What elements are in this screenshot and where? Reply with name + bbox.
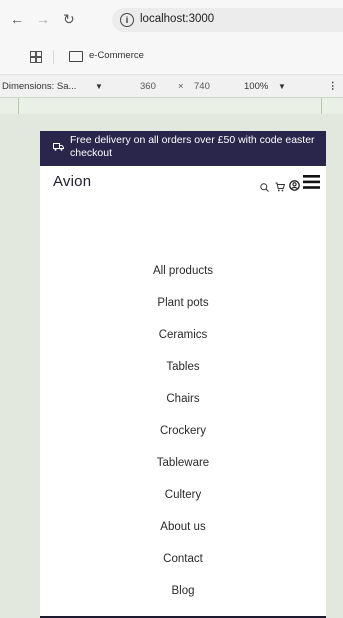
menu-item-plant-pots[interactable]: Plant pots [40, 297, 326, 309]
menu-item-chairs[interactable]: Chairs [40, 393, 326, 405]
width-field[interactable]: 360 [140, 81, 156, 92]
menu-item-about-us[interactable]: About us [40, 521, 326, 533]
menu-item-tables[interactable]: Tables [40, 361, 326, 373]
search-icon[interactable] [260, 179, 269, 197]
bookmark-folder-ecommerce[interactable]: e-Commerce [89, 50, 144, 61]
delivery-truck-icon [53, 143, 64, 153]
user-icon[interactable] [289, 178, 300, 196]
cart-icon[interactable] [275, 179, 286, 197]
menu-item-ceramics[interactable]: Ceramics [40, 329, 326, 341]
ruler-segment [18, 98, 19, 114]
times-symbol: × [178, 81, 184, 92]
chevron-down-icon: ▼ [278, 82, 286, 91]
browser-toolbar: ← → ↻ i localhost:3000 [0, 0, 343, 40]
device-viewport: Free delivery on all orders over £50 wit… [40, 131, 326, 618]
menu-item-crockery[interactable]: Crockery [40, 425, 326, 437]
device-toolbar: Dimensions: Sa... ▼ 360 × 740 100% ▼ ⋮ [0, 75, 343, 97]
media-query-ruler[interactable] [0, 97, 343, 115]
bookmark-divider [53, 50, 54, 64]
ruler-segment [321, 98, 322, 114]
url-text: localhost:3000 [140, 13, 215, 25]
zoom-select[interactable]: 100% [244, 81, 268, 92]
menu-item-contact[interactable]: Contact [40, 553, 326, 565]
menu-icon[interactable] [303, 175, 320, 194]
more-options-icon[interactable]: ⋮ [328, 81, 338, 92]
chevron-down-icon: ▼ [95, 82, 103, 91]
menu-item-all-products[interactable]: All products [40, 265, 326, 277]
dimensions-select[interactable]: Dimensions: Sa... [2, 81, 76, 92]
promo-banner: Free delivery on all orders over £50 wit… [40, 131, 326, 166]
reload-icon[interactable]: ↻ [63, 12, 75, 26]
back-icon[interactable]: ← [10, 12, 24, 26]
forward-icon[interactable]: → [36, 12, 50, 26]
site-logo[interactable]: Avion [53, 173, 91, 190]
site-info-icon[interactable]: i [120, 13, 134, 27]
address-bar[interactable]: i localhost:3000 [112, 8, 343, 32]
menu-item-cultery[interactable]: Cultery [40, 489, 326, 501]
height-field[interactable]: 740 [194, 81, 210, 92]
bookmarks-bar: e-Commerce [0, 40, 343, 75]
menu-item-tableware[interactable]: Tableware [40, 457, 326, 469]
menu-item-blog[interactable]: Blog [40, 585, 326, 597]
site-header: Avion [40, 166, 326, 196]
folder-icon[interactable] [69, 51, 83, 62]
apps-grid-icon[interactable] [30, 51, 42, 63]
promo-text: Free delivery on all orders over £50 wit… [70, 134, 315, 159]
